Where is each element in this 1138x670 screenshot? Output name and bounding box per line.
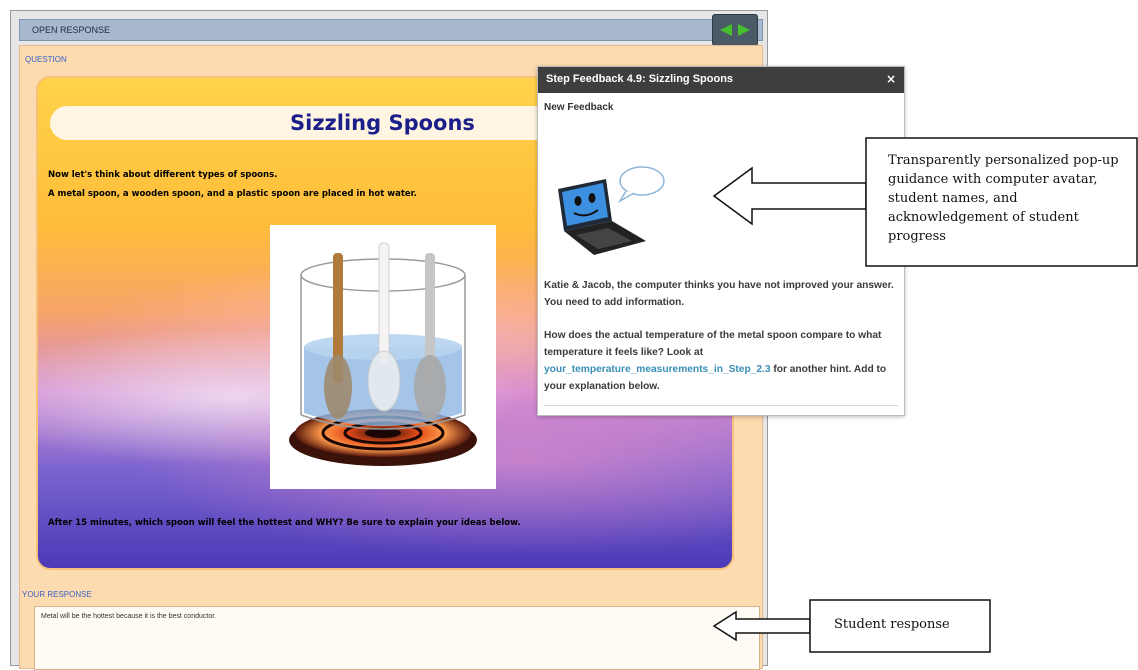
annotation-layer [712, 137, 1138, 653]
callout-arrow-1 [712, 166, 867, 226]
callout-text-2: Student response [834, 617, 950, 632]
callout-text-1: Transparently personalized pop-up guidan… [888, 153, 1119, 244]
callout-arrow-2 [712, 610, 811, 642]
